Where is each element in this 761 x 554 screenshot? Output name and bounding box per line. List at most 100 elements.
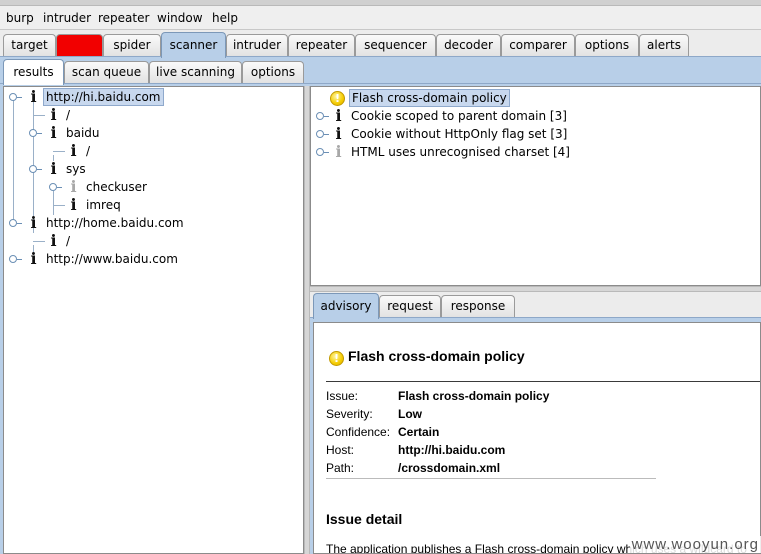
warning-icon: ! — [329, 351, 344, 366]
issue-detail-heading: Issue detail — [326, 511, 403, 527]
tab-target[interactable]: target — [3, 34, 56, 56]
tree-node-www-baidu[interactable]: i http://www.baidu.com — [4, 249, 303, 268]
tab-alerts[interactable]: alerts — [639, 34, 689, 56]
tab-comparer[interactable]: comparer — [501, 34, 575, 56]
info-icon: i — [70, 177, 77, 196]
tab-advisory[interactable]: advisory — [313, 293, 379, 319]
info-icon: i — [70, 141, 77, 160]
menu-window[interactable]: window — [157, 10, 203, 26]
info-icon: i — [335, 142, 342, 161]
expand-handle-icon[interactable] — [316, 148, 329, 156]
expand-handle-icon[interactable] — [29, 165, 42, 173]
tab-intruder[interactable]: intruder — [226, 34, 288, 56]
advisory-frame: ! Flash cross-domain policy Issue: Flash… — [310, 318, 761, 554]
watermark: www.wooyun.org — [629, 536, 761, 553]
info-icon: i — [50, 105, 57, 124]
tree-line — [53, 151, 65, 152]
tree-node-hi-baidu[interactable]: i http://hi.baidu.com — [4, 87, 303, 106]
detail-tab-bar: advisory request response — [310, 292, 761, 319]
advisory-title: Flash cross-domain policy — [348, 348, 525, 364]
tab-scanner[interactable]: scanner — [161, 32, 226, 58]
advisory-divider — [326, 478, 656, 479]
issue-label: HTML uses unrecognised charset [4] — [351, 145, 570, 159]
tab-live-scanning[interactable]: live scanning — [149, 61, 242, 83]
info-icon: i — [30, 87, 37, 106]
field-confidence-label: Confidence: — [326, 425, 391, 439]
tab-proxy[interactable]: proxy — [56, 34, 103, 56]
tree-node-label: / — [66, 234, 71, 248]
expand-handle-icon[interactable] — [49, 183, 62, 191]
tab-spider[interactable]: spider — [103, 34, 161, 56]
expand-handle-icon[interactable] — [9, 219, 22, 227]
menu-repeater[interactable]: repeater — [98, 10, 149, 26]
tab-repeater[interactable]: repeater — [288, 34, 355, 56]
info-icon: i — [50, 159, 57, 178]
field-host-label: Host: — [326, 443, 355, 457]
tree-line — [33, 115, 45, 116]
issue-html-charset[interactable]: i HTML uses unrecognised charset [4] — [311, 142, 760, 161]
tree-node-baidu-path[interactable]: i / — [4, 141, 303, 160]
tree-node-baidu[interactable]: i baidu — [4, 123, 303, 142]
expand-handle-icon[interactable] — [29, 129, 42, 137]
issues-pane: ! Flash cross-domain policy i Cookie sco… — [310, 86, 761, 286]
scanner-panel: results scan queue live scanning options… — [0, 57, 761, 554]
expand-handle-icon[interactable] — [316, 112, 329, 120]
field-confidence-value: Certain — [398, 425, 440, 439]
warning-icon: ! — [330, 91, 345, 106]
menu-intruder[interactable]: intruder — [43, 10, 91, 26]
tree-node-home-baidu[interactable]: i http://home.baidu.com — [4, 213, 303, 232]
tab-scanner-options[interactable]: options — [242, 61, 304, 83]
tree-node-label: sys — [66, 162, 86, 176]
info-icon: i — [335, 106, 342, 125]
tree-node-label: / — [86, 144, 91, 158]
tree-node-sys[interactable]: i sys — [4, 159, 303, 178]
issue-cookie-parent-domain[interactable]: i Cookie scoped to parent domain [3] — [311, 106, 760, 125]
field-path-value: /crossdomain.xml — [398, 461, 501, 475]
field-issue-label: Issue: — [326, 389, 359, 403]
scanner-tab-bar: results scan queue live scanning options — [0, 57, 761, 85]
tree-node-label: http://home.baidu.com — [46, 216, 184, 230]
expand-handle-icon[interactable] — [9, 93, 22, 101]
info-icon: i — [30, 249, 37, 268]
tree-node-root-path[interactable]: i / — [4, 105, 303, 124]
tab-response[interactable]: response — [441, 295, 515, 317]
tree-node-imreq[interactable]: i imreq — [4, 195, 303, 214]
issue-label: Cookie scoped to parent domain [3] — [351, 109, 567, 123]
tree-node-label: http://www.baidu.com — [46, 252, 178, 266]
info-icon: i — [70, 195, 77, 214]
tab-request[interactable]: request — [379, 295, 441, 317]
tree-node-label: / — [66, 108, 71, 122]
field-host-value: http://hi.baidu.com — [398, 443, 506, 457]
site-tree-pane: i http://hi.baidu.com i / i baidu i / i … — [3, 86, 304, 554]
field-severity-value: Low — [398, 407, 422, 421]
tab-options[interactable]: options — [575, 34, 639, 56]
field-issue-value: Flash cross-domain policy — [398, 389, 550, 403]
info-icon: i — [50, 123, 57, 142]
tree-node-label: imreq — [86, 198, 121, 212]
main-tab-bar: target proxy spider scanner intruder rep… — [0, 30, 761, 58]
tree-node-label: baidu — [66, 126, 100, 140]
menu-bar: burp intruder repeater window help — [0, 6, 761, 30]
issue-detail-panel: advisory request response ! Flash cross-… — [310, 292, 761, 554]
tree-node-checkuser[interactable]: i checkuser — [4, 177, 303, 196]
tab-sequencer[interactable]: sequencer — [355, 34, 436, 56]
expand-handle-icon[interactable] — [316, 130, 329, 138]
tab-results[interactable]: results — [3, 59, 64, 85]
info-icon: i — [30, 213, 37, 232]
menu-burp[interactable]: burp — [6, 10, 34, 26]
tree-node-label: http://hi.baidu.com — [43, 88, 164, 106]
tree-node-home-path[interactable]: i / — [4, 231, 303, 250]
tab-scan-queue[interactable]: scan queue — [64, 61, 149, 83]
advisory-divider — [326, 381, 760, 382]
info-icon: i — [335, 124, 342, 143]
tree-line — [53, 205, 65, 206]
tab-decoder[interactable]: decoder — [436, 34, 501, 56]
field-severity-label: Severity: — [326, 407, 373, 421]
advisory-content: ! Flash cross-domain policy Issue: Flash… — [313, 322, 761, 554]
expand-handle-icon[interactable] — [9, 255, 22, 263]
info-icon: i — [50, 231, 57, 250]
issue-flash-cross-domain[interactable]: ! Flash cross-domain policy — [311, 89, 760, 107]
issue-cookie-httponly[interactable]: i Cookie without HttpOnly flag set [3] — [311, 124, 760, 143]
menu-help[interactable]: help — [212, 10, 238, 26]
issue-label: Cookie without HttpOnly flag set [3] — [351, 127, 568, 141]
